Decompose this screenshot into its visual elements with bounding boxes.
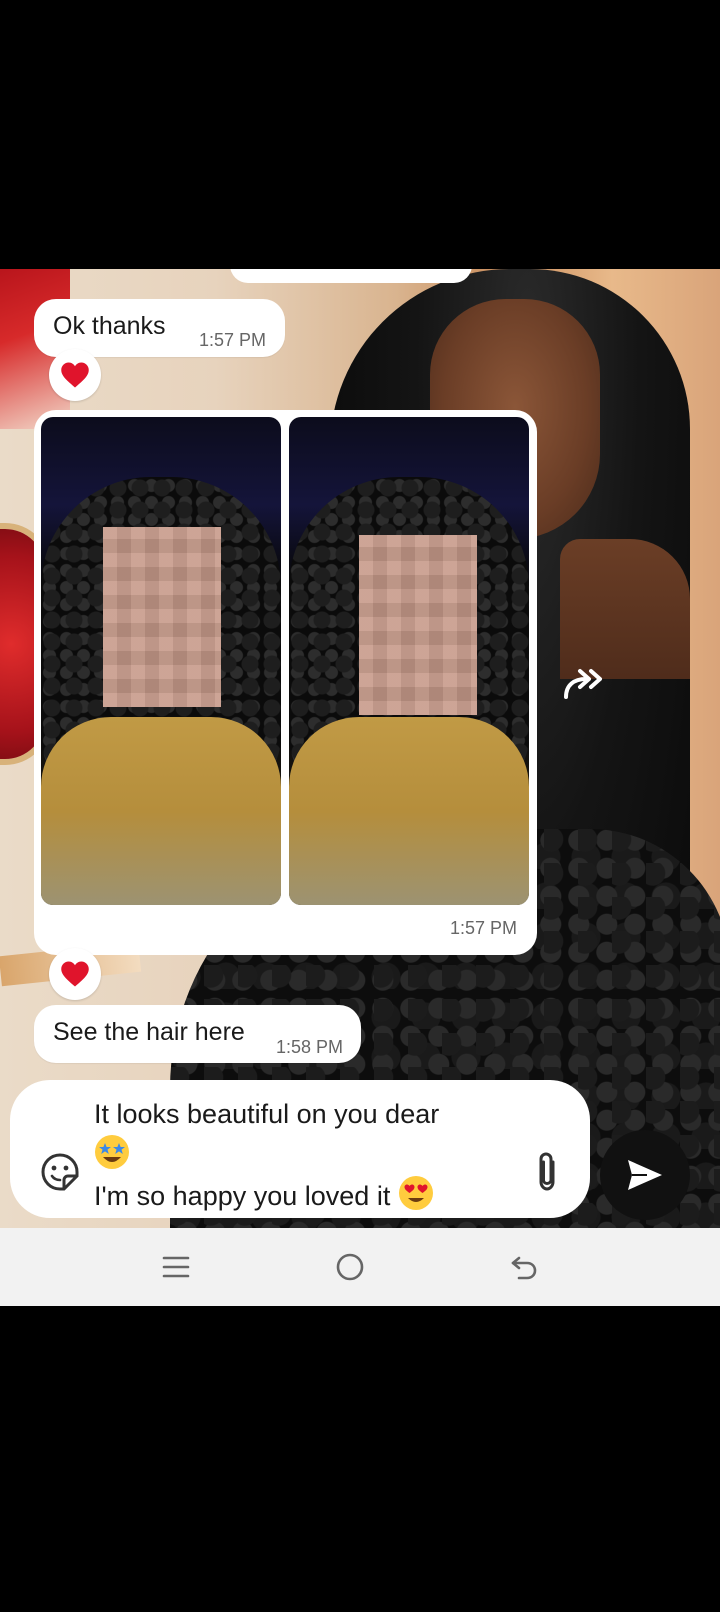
home-icon[interactable] xyxy=(335,1252,365,1282)
pixelated-face xyxy=(103,527,221,707)
media-message-bubble[interactable]: 1:57 PM xyxy=(34,410,537,955)
paperclip-icon[interactable] xyxy=(534,1150,560,1194)
message-bubble[interactable]: See the hair here 1:58 PM xyxy=(34,1005,361,1063)
photo-thumbnail[interactable] xyxy=(41,417,281,905)
composer-line: It looks beautiful on you dear xyxy=(94,1099,440,1129)
composer-text[interactable]: It looks beautiful on you dear I'm so ha… xyxy=(94,1094,524,1216)
star-struck-emoji-icon xyxy=(94,1134,130,1170)
bottom-black-bar xyxy=(0,1343,720,1612)
composer-line: I'm so happy you loved it xyxy=(94,1175,524,1216)
message-input[interactable]: It looks beautiful on you dear I'm so ha… xyxy=(10,1080,590,1218)
forward-icon[interactable] xyxy=(562,665,606,701)
previous-message-bubble[interactable] xyxy=(230,269,472,283)
sticker-icon[interactable] xyxy=(40,1152,80,1192)
reaction-badge[interactable] xyxy=(49,349,101,401)
photo-sweater xyxy=(289,717,529,905)
system-navigation-bar xyxy=(0,1228,720,1306)
photo-sweater xyxy=(41,717,281,905)
heart-icon xyxy=(61,362,89,388)
message-text: See the hair here xyxy=(53,1018,245,1046)
heart-eyes-emoji-icon xyxy=(398,1175,434,1211)
message-text: Ok thanks xyxy=(53,312,166,340)
wallpaper-shoulder xyxy=(560,539,690,679)
composer-line-text: I'm so happy you loved it xyxy=(94,1181,391,1211)
pixelated-face xyxy=(359,535,477,715)
message-time: 1:58 PM xyxy=(276,1037,344,1057)
reaction-badge[interactable] xyxy=(49,948,101,1000)
message-time: 1:57 PM xyxy=(199,330,267,350)
message-time: 1:57 PM xyxy=(449,918,517,938)
top-black-bar xyxy=(0,0,720,269)
photo-thumbnail[interactable] xyxy=(289,417,529,905)
recent-apps-icon[interactable] xyxy=(161,1252,191,1282)
composer-line xyxy=(94,1134,524,1175)
send-icon xyxy=(628,1160,662,1190)
back-icon[interactable] xyxy=(509,1252,539,1282)
heart-icon xyxy=(61,961,89,987)
send-button[interactable] xyxy=(600,1130,690,1220)
